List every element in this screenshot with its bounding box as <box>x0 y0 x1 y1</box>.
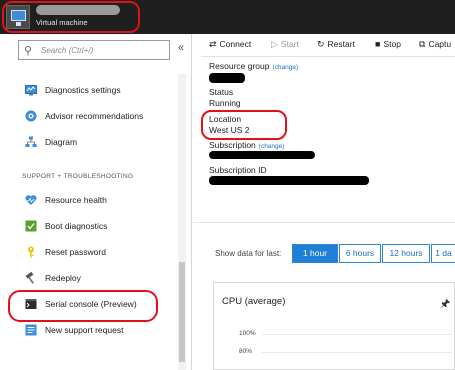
search-input[interactable] <box>41 43 166 57</box>
redacted-subscription <box>209 151 315 159</box>
menu-item-new-support-request[interactable]: New support request <box>0 320 176 342</box>
menu-item-resource-health[interactable]: Resource health <box>0 190 176 212</box>
heart-icon <box>25 195 37 205</box>
menu-item-diagnostics-settings[interactable]: Diagnostics settings <box>0 80 176 102</box>
menu-scrollbar-thumb[interactable] <box>179 262 185 362</box>
command-bar: ⇄ Connect ▷ Start ↻ Restart ■ Stop ⧉ Captu <box>193 34 455 56</box>
connect-icon: ⇄ <box>209 39 217 49</box>
stop-icon: ■ <box>375 39 381 49</box>
y-tick-label: 80% <box>239 348 253 355</box>
capture-button[interactable]: ⧉ Captu <box>419 39 451 50</box>
support-request-icon <box>25 324 37 336</box>
subscription-label: Subscription (change) <box>209 140 285 150</box>
redacted-subscription-id <box>209 176 369 185</box>
subscription-id-label: Subscription ID <box>209 165 267 175</box>
menu-item-label: New support request <box>45 325 124 335</box>
key-icon <box>28 246 34 258</box>
stop-button[interactable]: ■ Stop <box>375 39 401 49</box>
boot-diagnostics-icon <box>25 220 37 232</box>
subscription-change-link[interactable]: (change) <box>259 143 285 150</box>
range-12-hours-button[interactable]: 12 hours <box>382 244 430 263</box>
cpu-card-title: CPU (average) <box>222 296 286 307</box>
gridline <box>262 334 452 335</box>
menu-item-advisor-recommendations[interactable]: Advisor recommendations <box>0 106 176 128</box>
resource-group-change-link[interactable]: (change) <box>272 64 298 71</box>
range-1-hour-button[interactable]: 1 hour <box>292 244 338 263</box>
menu-item-label: Advisor recommendations <box>45 111 144 121</box>
restart-icon: ↻ <box>317 39 325 49</box>
play-icon: ▷ <box>271 39 278 49</box>
collapse-menu-button[interactable]: « <box>178 42 184 54</box>
status-label: Status <box>209 87 234 97</box>
search-icon: ⚲ <box>24 45 33 57</box>
menu-item-label: Resource health <box>45 195 107 205</box>
resource-group-label: Resource group (change) <box>209 61 299 71</box>
range-1-day-button[interactable]: 1 da <box>431 244 455 263</box>
gridline <box>262 352 452 353</box>
menu-item-label: Diagnostics settings <box>45 85 121 95</box>
section-divider <box>193 222 455 223</box>
redacted-resource-group <box>209 73 245 83</box>
advisor-icon <box>25 110 37 122</box>
resource-menu: ⚲ « Diagnostics settings Advisor recomme… <box>0 34 192 370</box>
hammer-icon <box>25 272 34 284</box>
highlight-location-annotation <box>201 110 287 140</box>
capture-icon: ⧉ <box>419 39 426 49</box>
show-data-label: Show data for last: <box>215 249 282 258</box>
search-box[interactable]: ⚲ <box>18 40 170 60</box>
overview-pane: ⇄ Connect ▷ Start ↻ Restart ■ Stop ⧉ Captu Re… <box>193 34 455 370</box>
diagram-icon <box>25 136 37 147</box>
range-6-hours-button[interactable]: 6 hours <box>339 244 381 263</box>
menu-item-label: Reset password <box>45 247 106 257</box>
y-tick-label: 100% <box>239 330 256 337</box>
section-header-support: SUPPORT + TROUBLESHOOTING <box>22 173 134 180</box>
status-value: Running <box>209 98 241 108</box>
start-button[interactable]: ▷ Start <box>271 39 299 50</box>
menu-item-diagram[interactable]: Diagram <box>0 132 176 154</box>
menu-item-label: Redeploy <box>45 273 81 283</box>
restart-button[interactable]: ↻ Restart <box>317 39 355 50</box>
menu-item-label: Boot diagnostics <box>45 221 108 231</box>
menu-item-label: Diagram <box>45 137 78 147</box>
menu-item-reset-password[interactable]: Reset password <box>0 242 176 264</box>
command-bar-divider <box>201 56 455 57</box>
menu-item-redeploy[interactable]: Redeploy <box>0 268 176 290</box>
pin-icon[interactable]: 🖈 <box>440 295 450 314</box>
diagnostics-icon <box>25 85 37 96</box>
cpu-chart-card[interactable]: CPU (average) 🖈 100% 80% <box>213 282 455 370</box>
connect-button[interactable]: ⇄ Connect <box>209 39 251 50</box>
highlight-title-annotation <box>2 1 140 33</box>
highlight-serial-console-annotation <box>8 290 158 322</box>
menu-item-boot-diagnostics[interactable]: Boot diagnostics <box>0 216 176 238</box>
